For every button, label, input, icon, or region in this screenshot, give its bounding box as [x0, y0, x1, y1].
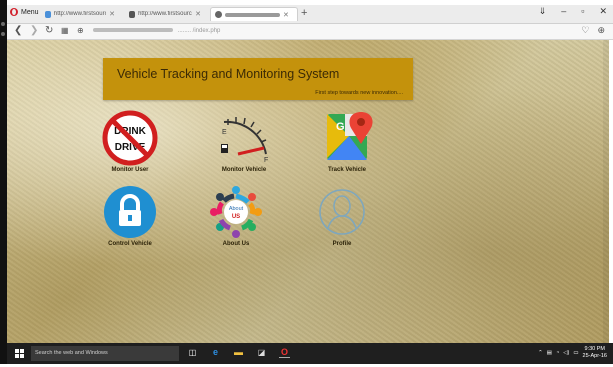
close-window-icon[interactable]: ✕: [599, 6, 607, 17]
tile-label: Track Vehicle: [327, 167, 367, 173]
browser-tab-active[interactable]: ✕: [210, 7, 298, 21]
tile-monitor-vehicle[interactable]: E F Monitor Vehicle: [209, 110, 279, 173]
tile-label: Monitor User: [111, 167, 149, 173]
browser-tab[interactable]: http://www.firstsource... ✕: [41, 7, 119, 21]
tab-favicon-icon: [129, 10, 136, 18]
new-tab-button[interactable]: +: [301, 7, 307, 19]
menu-label: Menu: [21, 8, 39, 16]
page-subtitle: First step towards new innovation....: [315, 90, 403, 96]
store-icon[interactable]: ◪: [256, 347, 267, 358]
fuel-gauge-icon: E F: [216, 110, 272, 166]
edge-browser-icon[interactable]: e: [210, 347, 221, 358]
site-info-icon[interactable]: ⊕: [77, 26, 84, 35]
tab-favicon-icon: [45, 10, 51, 18]
clock-time: 9:30 PM: [584, 346, 605, 352]
tab-menu-icon[interactable]: ⇓: [539, 6, 547, 17]
tile-monitor-user[interactable]: DRINK DRIVE Monitor User: [95, 110, 165, 173]
speed-dial-grid-icon[interactable]: ▦: [61, 26, 69, 35]
tab-title: http://www.firstsource...: [138, 11, 192, 17]
task-view-icon[interactable]: ◫: [187, 347, 198, 358]
edge-dot: [1, 22, 5, 26]
browser-tab-strip: Menu http://www.firstsource... ✕ http://…: [7, 5, 613, 24]
opera-logo-icon: [10, 8, 18, 16]
taskbar-search-field[interactable]: Search the web and Windows: [31, 346, 179, 361]
about-text-top: About: [229, 206, 244, 212]
tray-notification-icon[interactable]: ▭: [573, 350, 578, 356]
browser-tab[interactable]: http://www.firstsource... ✕: [125, 7, 205, 21]
maximize-icon[interactable]: ▫: [581, 6, 584, 17]
address-bar: ❮ ❯ ↻ ▦ ⊕ ........ /index.php ♡ ⊕: [7, 24, 613, 40]
page-title: Vehicle Tracking and Monitoring System: [117, 67, 340, 81]
tray-chevron-icon[interactable]: ⌃: [538, 350, 543, 356]
lock-icon: [102, 184, 158, 240]
minimize-icon[interactable]: –: [561, 6, 566, 17]
address-bar-icons: ♡ ⊕: [581, 25, 605, 36]
no-drink-drive-icon: DRINK DRIVE: [102, 110, 158, 166]
tab-favicon-icon: [215, 11, 222, 18]
forward-icon[interactable]: ❯: [30, 25, 38, 36]
close-tab-icon[interactable]: ✕: [195, 10, 201, 18]
url-field[interactable]: ........ /index.php: [93, 26, 513, 37]
window-controls: ⇓ – ▫ ✕: [539, 6, 607, 17]
profile-icon: [314, 184, 370, 240]
screen: Menu http://www.firstsource... ✕ http://…: [0, 0, 613, 367]
windows-start-icon[interactable]: [15, 349, 24, 358]
about-us-people-icon: About US: [208, 184, 264, 240]
tab-title: http://www.firstsource...: [53, 11, 107, 17]
opera-taskbar-icon[interactable]: O: [279, 346, 290, 358]
tile-label: Profile: [332, 241, 352, 247]
tile-control-vehicle[interactable]: Control Vehicle: [95, 184, 165, 247]
edge-dot: [1, 32, 5, 36]
browser-menu-button[interactable]: Menu: [10, 8, 39, 16]
tile-track-vehicle[interactable]: G Track Vehicle: [312, 110, 382, 173]
svg-text:E: E: [222, 129, 227, 136]
page-scrollbar[interactable]: [603, 40, 609, 343]
svg-text:G: G: [336, 121, 345, 133]
web-page: Vehicle Tracking and Monitoring System F…: [7, 40, 609, 343]
reload-icon[interactable]: ↻: [45, 25, 53, 36]
back-icon[interactable]: ❮: [14, 25, 22, 36]
google-maps-icon: G: [319, 110, 375, 166]
header-banner: Vehicle Tracking and Monitoring System F…: [103, 58, 413, 100]
tile-label: About Us: [222, 241, 250, 247]
tile-profile[interactable]: Profile: [307, 184, 377, 247]
taskbar-clock[interactable]: 9:30 PM 25-Apr-16: [583, 346, 607, 360]
taskbar-apps: ◫ e ▬ ◪ O: [187, 346, 290, 358]
url-text: ........ /index.php: [177, 28, 221, 34]
close-tab-icon[interactable]: ✕: [109, 10, 115, 18]
tile-label: Monitor Vehicle: [221, 167, 267, 173]
tray-wifi-icon[interactable]: ◔: [556, 350, 559, 356]
system-tray: ⌃ ▤ ◔ ◁) ▭ 9:30 PM 25-Apr-16: [538, 346, 607, 360]
url-blurred: [93, 28, 173, 33]
about-text-bottom: US: [232, 214, 240, 220]
tab-title: [225, 12, 280, 17]
left-edge: [0, 0, 7, 367]
close-tab-icon[interactable]: ✕: [283, 11, 289, 19]
windows-taskbar: Search the web and Windows ◫ e ▬ ◪ O ⌃ ▤…: [7, 343, 613, 364]
bookmark-heart-icon[interactable]: ♡: [581, 25, 589, 36]
file-explorer-icon[interactable]: ▬: [233, 347, 244, 358]
clock-date: 25-Apr-16: [582, 353, 607, 359]
tile-label: Control Vehicle: [108, 241, 152, 247]
svg-text:F: F: [264, 157, 268, 164]
tray-volume-icon[interactable]: ◁): [563, 350, 569, 356]
tray-network-icon[interactable]: ▤: [547, 350, 552, 356]
download-icon[interactable]: ⊕: [597, 25, 605, 36]
tile-about-us[interactable]: About US About Us: [201, 184, 271, 247]
